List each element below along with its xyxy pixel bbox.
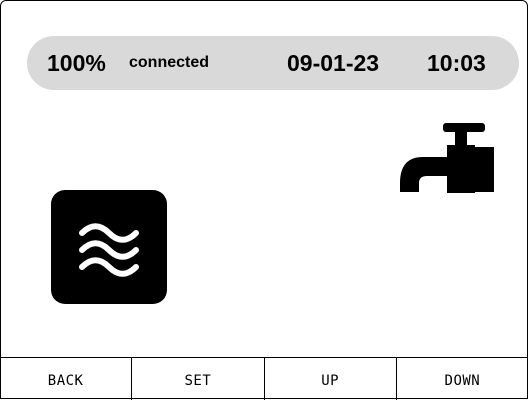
- set-softkey[interactable]: SET: [132, 358, 265, 400]
- water-tap-icon: [400, 123, 494, 193]
- device-screen: 100% connected 09-01-23 10:03: [0, 0, 528, 399]
- down-softkey[interactable]: DOWN: [397, 358, 528, 400]
- softkey-bar: BACK SET UP DOWN: [0, 357, 528, 400]
- battery-level: 100%: [47, 50, 106, 76]
- back-softkey[interactable]: BACK: [0, 358, 133, 400]
- status-bar: 100% connected 09-01-23 10:03: [27, 36, 519, 90]
- waves-button[interactable]: [51, 190, 167, 304]
- water-waves-icon: [79, 223, 139, 277]
- date-display: 09-01-23: [287, 50, 380, 76]
- time-display: 10:03: [427, 50, 486, 76]
- up-softkey[interactable]: UP: [265, 358, 397, 400]
- connection-status: connected: [129, 54, 210, 71]
